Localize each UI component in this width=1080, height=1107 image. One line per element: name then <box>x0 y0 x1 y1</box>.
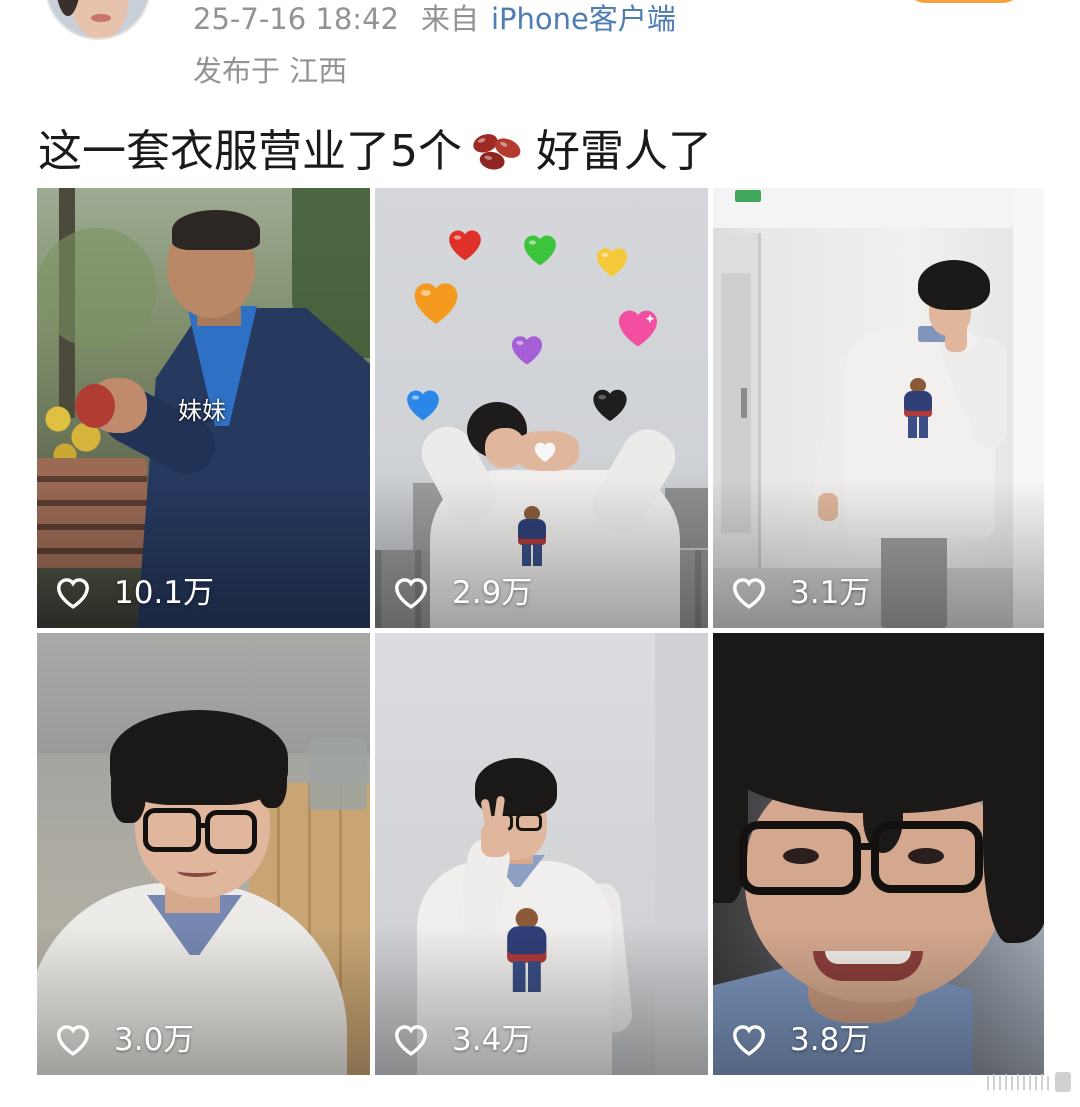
hair <box>918 260 990 310</box>
like-count: 3.0万 <box>114 1022 195 1058</box>
like-count: 3.8万 <box>790 1022 871 1058</box>
post-text: 这一套衣服营业了5个 好雷人了 <box>38 124 712 180</box>
apple <box>75 384 115 428</box>
video-thumbnail-6[interactable]: 3.8万 <box>713 633 1044 1075</box>
hair-side-right <box>983 693 1044 943</box>
image-grid: 妹妹 10.1万 2.9万 3.1万 3.0万 3.4万 3.8万 <box>37 188 1044 1075</box>
follow-button[interactable] <box>905 0 1023 3</box>
glasses-left-lens <box>143 808 201 852</box>
orange-heart-sticker <box>414 283 458 324</box>
foliage-left <box>37 228 157 348</box>
like-count: 3.1万 <box>790 575 871 611</box>
heart-outline-icon <box>733 578 765 609</box>
bear-jacket <box>904 391 932 417</box>
bear-legs <box>908 416 928 438</box>
red-heart-sticker <box>449 230 481 261</box>
blue-heart-sticker <box>407 390 439 421</box>
video-thumbnail-3[interactable]: 3.1万 <box>713 188 1044 628</box>
glass-jar <box>309 738 367 810</box>
video-caption: 妹妹 <box>178 397 226 425</box>
video-thumbnail-5[interactable]: 3.4万 <box>375 633 708 1075</box>
avatar[interactable] <box>45 0 151 40</box>
heart-outline-icon <box>395 1025 427 1056</box>
like-count-badge: 3.4万 <box>392 1022 532 1058</box>
source-prefix: 来自 <box>420 2 479 36</box>
heart-outline-icon <box>733 1025 765 1056</box>
black-heart-sticker <box>593 389 627 422</box>
glasses-right-lens <box>205 810 257 854</box>
beans-emoji-icon <box>473 134 521 170</box>
heart-outline-icon <box>57 578 89 609</box>
like-count: 10.1万 <box>114 575 215 611</box>
source-client-link[interactable]: iPhone客户端 <box>491 2 676 36</box>
glasses-left-lens <box>739 821 861 895</box>
door-handle <box>741 388 747 418</box>
glasses-right-lens <box>516 813 542 831</box>
hand-with-phone <box>945 318 967 352</box>
white-heart-sticker <box>534 442 556 462</box>
post-text-part-1: 这一套衣服营业了5个 <box>38 126 462 177</box>
bear-logo <box>901 378 935 440</box>
video-thumbnail-1[interactable]: 妹妹 10.1万 <box>37 188 370 628</box>
watermark <box>987 1072 1071 1092</box>
like-count-badge: 3.8万 <box>730 1022 870 1058</box>
post-location: 发布于 江西 <box>193 54 348 88</box>
heart-outline-icon <box>57 1025 89 1056</box>
pink-sparkling-heart-sticker <box>619 310 657 347</box>
like-count-badge: 3.0万 <box>54 1022 194 1058</box>
post-timestamp: 25-7-16 18:42 <box>193 2 399 36</box>
post-meta: 25-7-16 18:42 来自 iPhone客户端 <box>193 1 676 37</box>
peace-sign-hand <box>481 823 509 857</box>
hair-side-right <box>257 748 287 808</box>
heart-outline-icon <box>395 578 427 609</box>
like-count-badge: 3.1万 <box>730 575 870 611</box>
video-thumbnail-4[interactable]: 3.0万 <box>37 633 370 1075</box>
hair-side-left <box>111 753 146 823</box>
green-heart-sticker <box>524 235 556 266</box>
glasses-bridge <box>859 843 873 850</box>
hair <box>172 210 260 250</box>
like-count: 2.9万 <box>452 575 533 611</box>
glasses-right-lens <box>871 821 983 893</box>
ceiling <box>713 188 1044 228</box>
exit-sign <box>735 190 761 202</box>
like-count: 3.4万 <box>452 1022 533 1058</box>
video-thumbnail-2[interactable]: 2.9万 <box>375 188 708 628</box>
like-count-badge: 10.1万 <box>54 575 214 611</box>
post-text-part-2: 好雷人了 <box>536 126 712 177</box>
yellow-heart-sticker <box>596 248 628 277</box>
glasses-bridge <box>199 823 207 828</box>
like-count-badge: 2.9万 <box>392 575 532 611</box>
mouth <box>177 865 217 877</box>
avatar-lips <box>91 14 111 22</box>
purple-heart-sticker <box>511 336 543 365</box>
